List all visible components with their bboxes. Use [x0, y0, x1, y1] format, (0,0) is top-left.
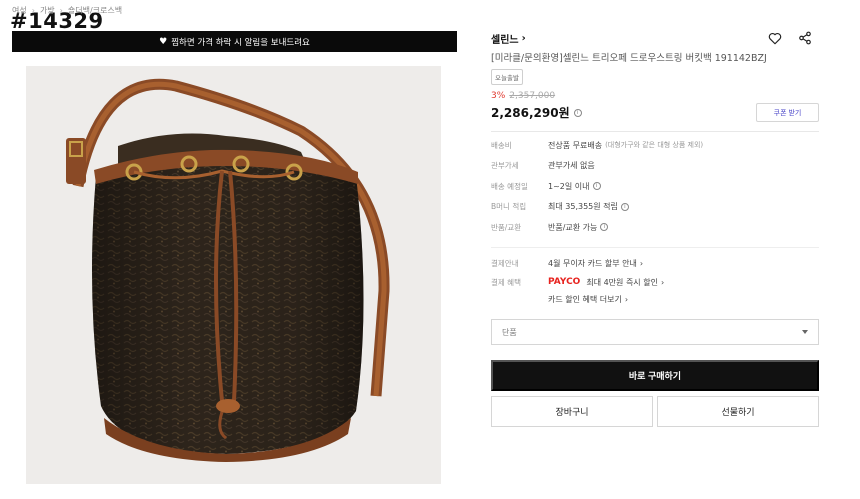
card-discount-text: 카드 할인 혜택 더보기	[548, 295, 622, 304]
info-icon[interactable]: i	[620, 202, 629, 211]
chevron-right-icon: ›	[660, 277, 665, 287]
share-icon[interactable]	[797, 30, 813, 46]
payment-guide-label: 결제안내	[491, 258, 519, 268]
payco-link[interactable]: PAYCO 최대 4만원 즉시 할인 ›	[548, 277, 664, 288]
breadcrumb: 여성 › 가방 › 숄더백/크로스백	[12, 5, 122, 16]
chevron-right-icon: ›	[521, 32, 526, 44]
chevron-right-icon: ›	[31, 6, 35, 15]
gift-button[interactable]: 선물하기	[657, 396, 819, 427]
product-name: [미라클/문의환영]셀린느 트리오페 드로우스트링 버킷백 191142BZJ	[491, 53, 767, 64]
payco-text: 최대 4만원 즉시 할인	[586, 277, 658, 287]
installment-link[interactable]: 4월 무이자 카드 할부 안내 ›	[548, 258, 643, 269]
spec-value: 반품/교환 가능	[548, 222, 598, 232]
price-alert-banner[interactable]: ♥ 찜하면 가격 하락 시 알림을 보내드려요	[12, 31, 457, 52]
banner-text: 찜하면 가격 하락 시 알림을 보내드려요	[171, 37, 310, 48]
spec-label: B머니 적립	[491, 202, 527, 212]
card-discount-link[interactable]: 카드 할인 혜택 더보기 ›	[491, 292, 819, 308]
info-icon[interactable]: i	[573, 108, 582, 117]
heart-outline-icon[interactable]	[767, 30, 783, 46]
chevron-right-icon: ›	[59, 6, 63, 15]
option-selected-value: 단품	[502, 327, 517, 337]
product-image	[26, 66, 441, 484]
payco-logo: PAYCO	[548, 277, 581, 287]
brand-link[interactable]: 셀린느 ›	[491, 31, 526, 46]
spec-row-delivery: 배송 예정일 1~2일 이내 i	[491, 176, 819, 197]
installment-text: 4월 무이자 카드 할부 안내	[548, 258, 637, 268]
info-icon[interactable]: i	[592, 182, 601, 191]
payment-info: 결제안내 4월 무이자 카드 할부 안내 › 결제 혜택 PAYCO 최대 4만원 …	[491, 254, 819, 308]
spec-list: 배송비 전상품 무료배송 (대형가구와 같은 대형 상품 제외) 관부가세 관부가…	[491, 135, 819, 238]
spec-label: 반품/교환	[491, 222, 522, 232]
heart-icon: ♥	[159, 36, 168, 47]
bucket-bag-illustration	[66, 78, 390, 462]
spec-value: 1~2일 이내	[548, 181, 590, 191]
shipping-tag: 오늘출발	[491, 69, 523, 85]
sale-price: 2,286,290원	[491, 106, 570, 120]
option-select[interactable]: 단품	[491, 319, 819, 345]
spec-row-shipping: 배송비 전상품 무료배송 (대형가구와 같은 대형 상품 제외)	[491, 135, 819, 156]
breadcrumb-item[interactable]: 숄더백/크로스백	[68, 5, 122, 16]
spec-value: 최대 35,355원 적립	[548, 202, 618, 212]
spec-row-duty: 관부가세 관부가세 없음	[491, 156, 819, 177]
chevron-right-icon: ›	[624, 295, 629, 304]
breadcrumb-item[interactable]: 여성	[12, 5, 27, 16]
add-to-cart-button[interactable]: 장바구니	[491, 396, 653, 427]
spec-label: 배송 예정일	[491, 181, 528, 191]
chevron-right-icon: ›	[639, 258, 644, 268]
info-icon[interactable]: i	[600, 223, 609, 232]
caret-down-icon	[802, 330, 808, 334]
brand-name: 셀린느	[491, 34, 519, 46]
breadcrumb-item[interactable]: 가방	[40, 5, 55, 16]
spec-row-return: 반품/교환 반품/교환 가능 i	[491, 217, 819, 238]
product-info-panel: 셀린느 › [미라클/문의환영]셀린느 트리오페 드로우스트링 버킷백 1911…	[491, 30, 819, 308]
spec-value: 관부가세 없음	[548, 161, 595, 171]
spec-row-points: B머니 적립 최대 35,355원 적립 i	[491, 197, 819, 218]
spec-value: 전상품 무료배송	[548, 140, 603, 150]
original-price: 2,357,000	[509, 91, 556, 101]
spec-label: 배송비	[491, 140, 512, 150]
payment-benefit-label: 결제 혜택	[491, 277, 521, 287]
spec-note: (대형가구와 같은 대형 상품 제외)	[605, 141, 704, 150]
buy-now-button[interactable]: 바로 구매하기	[491, 360, 819, 391]
discount-rate: 3%	[491, 91, 506, 101]
spec-label: 관부가세	[491, 161, 519, 171]
coupon-button[interactable]: 쿠폰 받기	[756, 103, 819, 122]
